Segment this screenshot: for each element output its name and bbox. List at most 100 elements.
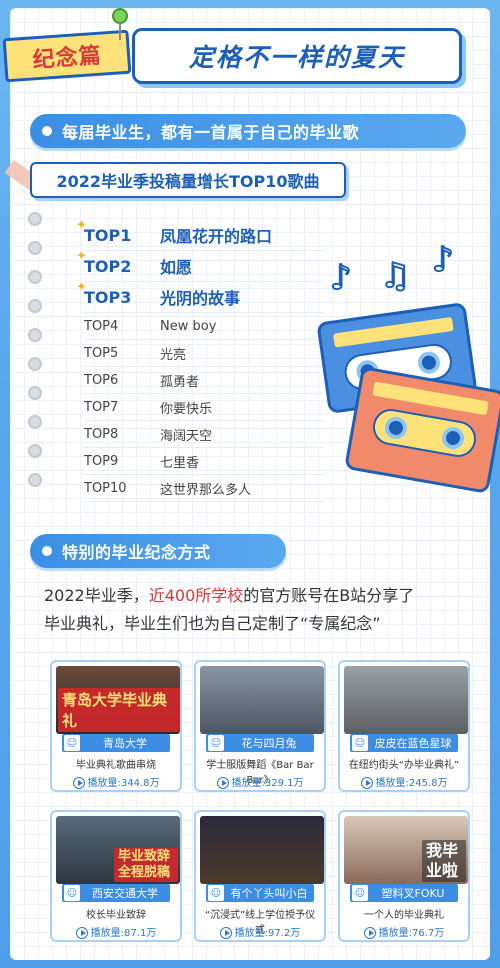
notebook-rings: [28, 212, 46, 502]
user-icon: ☺: [64, 885, 80, 901]
list-item: TOP7 你要快乐: [84, 394, 324, 421]
play-icon: [219, 927, 232, 939]
sparkle-icon: ✦: [76, 248, 87, 264]
video-card[interactable]: 青岛大学毕业典礼 ☺ 青岛大学 毕业典礼歌曲串烧 播放量:344.8万: [50, 660, 182, 792]
bullet-icon: [42, 126, 52, 136]
rank-text: TOP2: [84, 256, 132, 276]
author-name: 皮皮在蓝色星球: [374, 737, 452, 750]
bullet-icon: [42, 546, 52, 556]
song-name: 如愿: [160, 258, 193, 277]
ring-icon: [28, 415, 42, 429]
thumbnail-caption: 青岛大学毕业典礼: [58, 688, 180, 732]
sparkle-icon: ✦: [76, 217, 87, 233]
play-count: 播放量:97.2万: [200, 924, 320, 939]
play-count-text: 播放量:87.1万: [90, 928, 157, 939]
section-title: 特别的毕业纪念方式: [62, 543, 211, 562]
music-note-icon: ♫: [379, 255, 412, 297]
video-thumbnail[interactable]: [200, 666, 324, 734]
section-special-memorial: 特别的毕业纪念方式: [30, 534, 286, 568]
play-count: 播放量:76.7万: [344, 924, 464, 939]
song-name: 孤勇者: [160, 374, 200, 390]
list-item: TOP4 New boy: [84, 313, 324, 340]
author-bar[interactable]: ☺ 皮皮在蓝色星球: [350, 734, 458, 752]
song-name: New boy: [160, 318, 217, 334]
desc-highlight: 近400所学校: [148, 586, 244, 605]
song-name: 光阴的故事: [160, 289, 241, 308]
song-name: 七里香: [160, 455, 200, 471]
song-rank: ✦ TOP2: [76, 249, 160, 276]
music-note-icon: ♪: [431, 239, 455, 281]
list-item: TOP9 七里香: [84, 448, 324, 475]
video-title: 毕业典礼歌曲串烧: [76, 760, 156, 771]
play-icon: [75, 927, 88, 939]
play-count: 播放量:329.1万: [200, 774, 320, 789]
ring-icon: [28, 299, 42, 313]
rank-text: TOP3: [84, 287, 132, 307]
list-item: TOP6 孤勇者: [84, 367, 324, 394]
song-rank: TOP9: [84, 453, 119, 469]
song-name: 凤凰花开的路口: [160, 227, 273, 246]
play-count: 播放量:344.8万: [56, 774, 176, 789]
reel-icon: [383, 415, 409, 441]
author-bar[interactable]: ☺ 有个丫头叫小白: [206, 884, 314, 902]
author-name: 西安交通大学: [92, 887, 158, 900]
ring-icon: [28, 328, 42, 342]
thumbnail-caption: 我毕 业啦: [422, 840, 466, 882]
song-name: 你要快乐: [160, 401, 213, 417]
list-item: ✦ TOP3 光阴的故事: [76, 280, 324, 313]
ring-icon: [28, 386, 42, 400]
video-thumbnail[interactable]: [344, 666, 468, 734]
list-item: ✦ TOP2 如愿: [76, 249, 324, 282]
play-count-text: 播放量:97.2万: [234, 928, 301, 939]
pushpin-icon: [112, 8, 128, 40]
ring-icon: [28, 212, 42, 226]
user-icon: ☺: [352, 885, 368, 901]
desc-line-1: 2022毕业季，近400所学校的官方账号在B站分享了: [44, 582, 464, 610]
video-thumbnail[interactable]: [200, 816, 324, 884]
play-icon: [363, 927, 376, 939]
video-card[interactable]: 毕业致辞 全程脱稿 ☺ 西安交通大学 校长毕业致辞 播放量:87.1万: [50, 810, 182, 942]
author-name: 花与四月兔: [241, 737, 297, 750]
author-bar[interactable]: ☺ 塑料叉FOKU: [350, 884, 458, 902]
reel-icon: [416, 350, 442, 376]
ring-icon: [28, 444, 42, 458]
song-rank: TOP10: [84, 480, 127, 496]
song-rank: ✦ TOP3: [76, 280, 160, 307]
author-bar[interactable]: ☺ 花与四月兔: [206, 734, 314, 752]
section-title: 每届毕业生，都有一首属于自己的毕业歌: [62, 123, 360, 142]
author-bar[interactable]: ☺ 青岛大学: [62, 734, 170, 752]
list-item: TOP5 光亮: [84, 340, 324, 367]
song-name: 海阔天空: [160, 428, 213, 444]
song-rank: TOP8: [84, 426, 119, 442]
video-card[interactable]: 我毕 业啦 ☺ 塑料叉FOKU 一个人的毕业典礼 播放量:76.7万: [338, 810, 470, 942]
song-rank: TOP4: [84, 318, 119, 334]
rank-text: TOP1: [84, 225, 132, 245]
author-name: 有个丫头叫小白: [230, 887, 308, 900]
description: 2022毕业季，近400所学校的官方账号在B站分享了 毕业典礼，毕业生们也为自己…: [44, 582, 464, 638]
video-card[interactable]: ☺ 花与四月兔 学士服版舞蹈《Bar Bar Bar》 播放量:329.1万: [194, 660, 326, 792]
user-icon: ☺: [208, 735, 224, 751]
reel-icon: [440, 425, 466, 451]
ring-icon: [28, 270, 42, 284]
video-thumbnail[interactable]: 我毕 业啦: [344, 816, 468, 884]
video-title: 在纽约街头“办毕业典礼”: [348, 760, 460, 771]
video-title: 一个人的毕业典礼: [364, 910, 444, 921]
song-rank: TOP5: [84, 345, 119, 361]
ring-icon: [28, 473, 42, 487]
video-card[interactable]: ☺ 皮皮在蓝色星球 在纽约街头“办毕业典礼” 播放量:245.8万: [338, 660, 470, 792]
user-icon: ☺: [64, 735, 80, 751]
header-tag-label: 纪念篇: [31, 43, 103, 74]
author-name: 青岛大学: [103, 737, 147, 750]
page-title-text: 定格不一样的夏天: [188, 43, 405, 72]
play-count-text: 播放量:245.8万: [375, 778, 448, 789]
video-thumbnail[interactable]: 青岛大学毕业典礼: [56, 666, 180, 734]
video-thumbnail[interactable]: 毕业致辞 全程脱稿: [56, 816, 180, 884]
play-count-text: 播放量:344.8万: [87, 778, 160, 789]
top10-title-text: 2022毕业季投稿量增长TOP10歌曲: [56, 172, 320, 191]
desc-text: 的官方账号在B站分享了: [243, 586, 415, 605]
play-count-text: 播放量:329.1万: [231, 778, 304, 789]
video-title: 校长毕业致辞: [86, 910, 146, 921]
video-card[interactable]: ☺ 有个丫头叫小白 “沉浸式”线上学位授予仪式 播放量:97.2万: [194, 810, 326, 942]
desc-line-2: 毕业典礼，毕业生们也为自己定制了“专属纪念”: [44, 614, 381, 633]
author-bar[interactable]: ☺ 西安交通大学: [62, 884, 170, 902]
